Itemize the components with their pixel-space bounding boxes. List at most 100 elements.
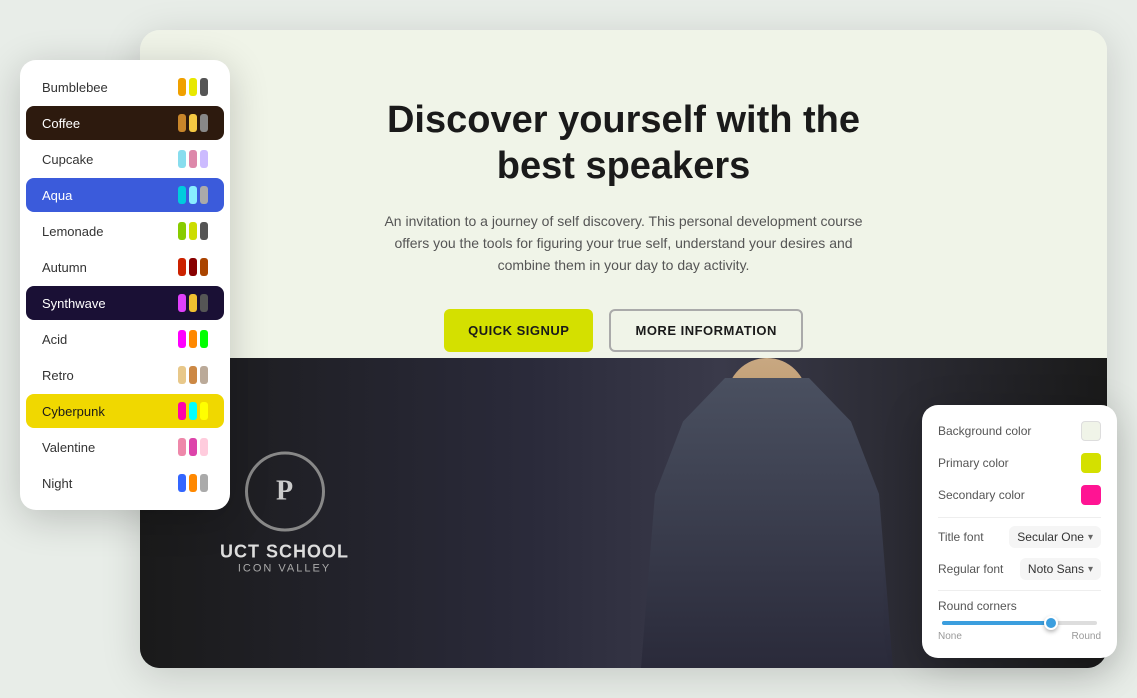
- background-color-row: Background color: [938, 421, 1101, 441]
- color-swatch-2: [200, 150, 208, 168]
- theme-item-lemonade[interactable]: Lemonade: [26, 214, 224, 248]
- primary-color-label: Primary color: [938, 456, 1009, 470]
- title-font-value: Secular One: [1017, 530, 1084, 544]
- hero-buttons: QUICK SIGNUP MORE INFORMATION: [444, 309, 803, 352]
- color-swatch-0: [178, 474, 186, 492]
- theme-item-cyberpunk[interactable]: Cyberpunk: [26, 394, 224, 428]
- secondary-color-label: Secondary color: [938, 488, 1025, 502]
- theme-item-autumn[interactable]: Autumn: [26, 250, 224, 284]
- theme-colors-cyberpunk: [178, 402, 208, 420]
- color-swatch-0: [178, 366, 186, 384]
- color-swatch-0: [178, 186, 186, 204]
- school-subtitle: ICON VALLEY: [220, 563, 349, 575]
- logo-letter: P: [276, 476, 293, 508]
- theme-name-acid: Acid: [42, 332, 178, 347]
- regular-font-label: Regular font: [938, 562, 1003, 576]
- theme-name-lemonade: Lemonade: [42, 224, 178, 239]
- primary-color-swatch[interactable]: [1081, 453, 1101, 473]
- theme-item-coffee[interactable]: Coffee: [26, 106, 224, 140]
- regular-font-chevron-icon: ▾: [1088, 564, 1093, 575]
- speaker-figure: [627, 378, 907, 668]
- divider-2: [938, 590, 1101, 591]
- regular-font-value: Noto Sans: [1028, 562, 1084, 576]
- theme-name-night: Night: [42, 476, 178, 491]
- title-font-row: Title font Secular One ▾: [938, 526, 1101, 548]
- color-swatch-2: [200, 402, 208, 420]
- color-swatch-1: [189, 402, 197, 420]
- theme-item-bumblebee[interactable]: Bumblebee: [26, 70, 224, 104]
- theme-name-coffee: Coffee: [42, 116, 178, 131]
- color-swatch-2: [200, 114, 208, 132]
- hero-title: Discover yourself with the best speakers: [374, 98, 874, 189]
- color-swatch-1: [189, 222, 197, 240]
- color-swatch-0: [178, 294, 186, 312]
- slider-min-label: None: [938, 631, 962, 642]
- background-color-swatch[interactable]: [1081, 421, 1101, 441]
- theme-name-autumn: Autumn: [42, 260, 178, 275]
- theme-name-synthwave: Synthwave: [42, 296, 178, 311]
- theme-item-retro[interactable]: Retro: [26, 358, 224, 392]
- color-swatch-2: [200, 294, 208, 312]
- regular-font-row: Regular font Noto Sans ▾: [938, 558, 1101, 580]
- theme-name-aqua: Aqua: [42, 188, 178, 203]
- round-corners-track[interactable]: [942, 621, 1097, 625]
- theme-colors-retro: [178, 366, 208, 384]
- background-color-label: Background color: [938, 424, 1031, 438]
- theme-item-acid[interactable]: Acid: [26, 322, 224, 356]
- theme-colors-cupcake: [178, 150, 208, 168]
- color-swatch-2: [200, 78, 208, 96]
- color-swatch-1: [189, 150, 197, 168]
- logo-circle: P: [245, 452, 325, 532]
- color-swatch-0: [178, 150, 186, 168]
- divider-1: [938, 517, 1101, 518]
- color-swatch-1: [189, 474, 197, 492]
- more-information-button[interactable]: MORE INFORMATION: [609, 309, 802, 352]
- secondary-color-swatch[interactable]: [1081, 485, 1101, 505]
- color-swatch-1: [189, 294, 197, 312]
- color-swatch-2: [200, 474, 208, 492]
- color-swatch-1: [189, 186, 197, 204]
- color-swatch-1: [189, 78, 197, 96]
- theme-item-valentine[interactable]: Valentine: [26, 430, 224, 464]
- color-swatch-0: [178, 330, 186, 348]
- theme-colors-valentine: [178, 438, 208, 456]
- color-swatch-1: [189, 330, 197, 348]
- theme-name-cyberpunk: Cyberpunk: [42, 404, 178, 419]
- theme-colors-coffee: [178, 114, 208, 132]
- theme-name-bumblebee: Bumblebee: [42, 80, 178, 95]
- theme-name-valentine: Valentine: [42, 440, 178, 455]
- color-swatch-0: [178, 438, 186, 456]
- theme-colors-autumn: [178, 258, 208, 276]
- theme-colors-bumblebee: [178, 78, 208, 96]
- theme-colors-aqua: [178, 186, 208, 204]
- school-name: UCT SCHOOL: [220, 542, 349, 563]
- theme-item-aqua[interactable]: Aqua: [26, 178, 224, 212]
- slider-thumb[interactable]: [1044, 616, 1058, 630]
- slider-labels: None Round: [938, 631, 1101, 642]
- color-swatch-2: [200, 186, 208, 204]
- theme-item-synthwave[interactable]: Synthwave: [26, 286, 224, 320]
- color-swatch-0: [178, 258, 186, 276]
- settings-panel: Background color Primary color Secondary…: [922, 405, 1117, 658]
- title-font-select[interactable]: Secular One ▾: [1009, 526, 1101, 548]
- quick-signup-button[interactable]: QUICK SIGNUP: [444, 309, 593, 352]
- color-swatch-2: [200, 438, 208, 456]
- slider-fill: [942, 621, 1051, 625]
- color-swatch-2: [200, 222, 208, 240]
- theme-name-cupcake: Cupcake: [42, 152, 178, 167]
- color-swatch-0: [178, 402, 186, 420]
- theme-item-cupcake[interactable]: Cupcake: [26, 142, 224, 176]
- speaker-body: [627, 378, 907, 668]
- color-swatch-2: [200, 258, 208, 276]
- color-swatch-2: [200, 330, 208, 348]
- secondary-color-row: Secondary color: [938, 485, 1101, 505]
- color-swatch-0: [178, 222, 186, 240]
- regular-font-select[interactable]: Noto Sans ▾: [1020, 558, 1101, 580]
- title-font-chevron-icon: ▾: [1088, 532, 1093, 543]
- theme-colors-acid: [178, 330, 208, 348]
- theme-colors-synthwave: [178, 294, 208, 312]
- color-swatch-1: [189, 438, 197, 456]
- color-swatch-0: [178, 78, 186, 96]
- color-swatch-1: [189, 258, 197, 276]
- theme-item-night[interactable]: Night: [26, 466, 224, 500]
